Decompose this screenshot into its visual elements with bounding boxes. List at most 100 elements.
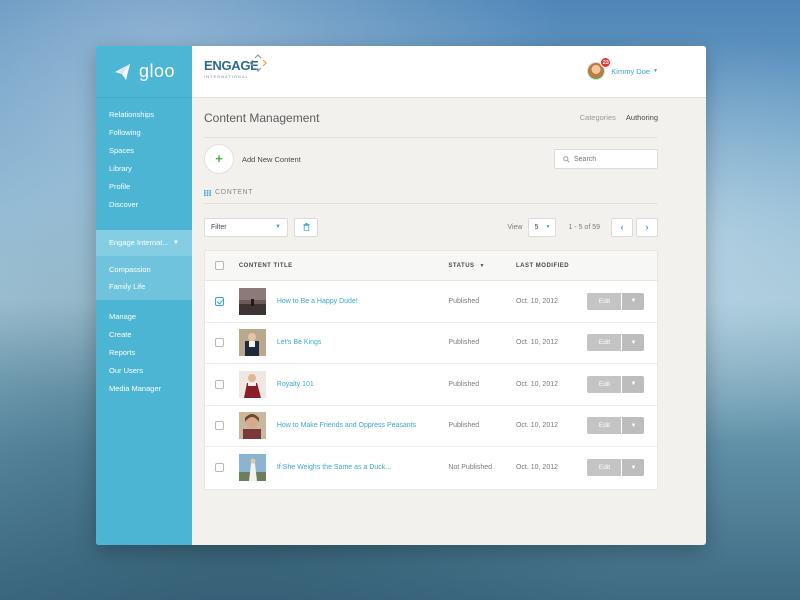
- tab-authoring[interactable]: Authoring: [626, 113, 658, 122]
- filter-label: Filter: [211, 223, 227, 231]
- select-all-checkbox[interactable]: [215, 261, 224, 270]
- nav-group-admin: Manage Create Reports Our Users Media Ma…: [96, 300, 192, 406]
- search-box[interactable]: [554, 149, 658, 169]
- gloo-logo-icon: [115, 63, 130, 80]
- sidebar: gloo Relationships Following Spaces Libr…: [96, 46, 192, 545]
- sort-caret-icon: ▼: [479, 262, 485, 269]
- org-logo: ENGAGE INTERNATIONAL: [204, 54, 267, 79]
- topbar: ENGAGE INTERNATIONAL 23 Kimmy Doe ▼: [192, 46, 706, 98]
- sidebar-item-manage[interactable]: Manage: [96, 308, 192, 326]
- status-text: Not Published: [448, 464, 493, 472]
- table-row: How to Be a Happy Dude! Published Oct. 1…: [205, 281, 657, 323]
- edit-menu-button[interactable]: ▼: [622, 417, 645, 435]
- nav-group-main: Relationships Following Spaces Library P…: [96, 98, 192, 222]
- chevron-down-icon: ▼: [545, 224, 551, 230]
- grid-icon: [204, 189, 211, 196]
- sidebar-item-family-life[interactable]: Family Life: [96, 278, 192, 295]
- edit-group: Edit ▼: [587, 334, 657, 352]
- view-label: View: [507, 223, 523, 231]
- notification-badge[interactable]: 23: [600, 57, 612, 68]
- chevron-left-icon: ‹: [620, 221, 624, 232]
- caret-down-icon: ▼: [653, 68, 658, 74]
- edit-group: Edit ▼: [587, 292, 657, 310]
- gloo-logo[interactable]: gloo: [96, 46, 192, 98]
- sidebar-item-library[interactable]: Library: [96, 160, 192, 178]
- org-selector[interactable]: Engage Internat... ▼: [96, 230, 192, 256]
- row-checkbox[interactable]: [215, 296, 224, 306]
- sidebar-item-our-users[interactable]: Our Users: [96, 362, 192, 380]
- content-thumbnail: [238, 412, 266, 440]
- row-checkbox[interactable]: [215, 463, 224, 473]
- edit-button[interactable]: Edit: [587, 459, 622, 477]
- tab-categories[interactable]: Categories: [580, 113, 616, 122]
- chevron-down-icon: ▼: [275, 224, 281, 230]
- action-row: + Add New Content: [204, 138, 658, 180]
- sidebar-item-reports[interactable]: Reports: [96, 344, 192, 362]
- modified-text: Oct. 10, 2012: [515, 464, 558, 472]
- search-input[interactable]: [574, 155, 654, 163]
- header-status[interactable]: STATUS ▼: [448, 263, 516, 269]
- edit-menu-button[interactable]: ▼: [622, 292, 645, 310]
- sidebar-item-discover[interactable]: Discover: [96, 196, 192, 214]
- org-selector-label: Engage Internat...: [109, 238, 169, 247]
- modified-text: Oct. 10, 2012: [515, 422, 558, 430]
- edit-button[interactable]: Edit: [587, 417, 622, 435]
- edit-menu-button[interactable]: ▼: [622, 459, 645, 477]
- modified-text: Oct. 10, 2012: [515, 339, 558, 347]
- edit-menu-button[interactable]: ▼: [622, 375, 645, 393]
- add-content: + Add New Content: [204, 144, 301, 174]
- table-row: How to Make Friends and Oppress Peasants…: [205, 406, 657, 447]
- filter-select[interactable]: Filter ▼: [204, 217, 288, 237]
- sidebar-item-spaces[interactable]: Spaces: [96, 142, 192, 160]
- chevron-down-icon: ▼: [630, 339, 637, 346]
- sidebar-item-media-manager[interactable]: Media Manager: [96, 380, 192, 398]
- row-checkbox[interactable]: [215, 338, 224, 348]
- edit-button[interactable]: Edit: [587, 292, 622, 310]
- header-modified[interactable]: LAST MODIFIED: [516, 263, 588, 269]
- sidebar-item-create[interactable]: Create: [96, 326, 192, 344]
- content-title-link[interactable]: Royalty 101: [277, 381, 314, 388]
- org-logo-arrows-icon: [249, 54, 267, 72]
- sidebar-item-relationships[interactable]: Relationships: [96, 106, 192, 124]
- caret-down-icon: ▼: [173, 240, 179, 246]
- section-label: CONTENT: [204, 182, 658, 204]
- sidebar-item-compassion[interactable]: Compassion: [96, 261, 192, 278]
- header-status-label: STATUS: [448, 262, 475, 269]
- sidebar-item-profile[interactable]: Profile: [96, 178, 192, 196]
- delete-button[interactable]: [294, 217, 318, 237]
- page-size-select[interactable]: 5 ▼: [528, 217, 557, 237]
- search-icon: [563, 155, 570, 163]
- content-title-link[interactable]: If She Weighs the Same as a Duck...: [277, 464, 391, 471]
- row-checkbox[interactable]: [215, 379, 224, 389]
- chevron-down-icon: ▼: [630, 381, 637, 388]
- header-title[interactable]: CONTENT TITLE: [239, 263, 449, 269]
- row-checkbox[interactable]: [215, 421, 224, 431]
- main-area: ENGAGE INTERNATIONAL 23 Kimmy Doe ▼ Cont…: [192, 46, 706, 545]
- page-size-value: 5: [534, 223, 539, 231]
- status-text: Published: [448, 297, 480, 305]
- prev-page-button[interactable]: ‹: [611, 217, 633, 237]
- content-title-link[interactable]: How to Make Friends and Oppress Peasants: [277, 422, 416, 429]
- add-content-button[interactable]: +: [204, 144, 234, 174]
- left-controls: Filter ▼: [204, 217, 318, 237]
- controls-row: Filter ▼ View 5 ▼ 1 - 5 of 59 ‹ ›: [204, 204, 658, 250]
- add-content-label[interactable]: Add New Content: [242, 155, 301, 164]
- content-table: CONTENT TITLE STATUS ▼ LAST MODIFIED How…: [204, 250, 658, 490]
- modified-text: Oct. 10, 2012: [515, 297, 558, 305]
- chevron-right-icon: ›: [645, 221, 649, 232]
- status-text: Published: [448, 339, 480, 347]
- app-window: gloo Relationships Following Spaces Libr…: [96, 46, 706, 545]
- edit-button[interactable]: Edit: [587, 375, 622, 393]
- chevron-down-icon: ▼: [630, 422, 637, 429]
- user-menu[interactable]: 23 Kimmy Doe ▼: [587, 57, 658, 80]
- content-area: Content Management Categories Authoring …: [192, 98, 706, 490]
- content-title-link[interactable]: How to Be a Happy Dude!: [277, 298, 358, 305]
- chevron-down-icon: ▼: [630, 464, 637, 471]
- content-thumbnail: [238, 454, 266, 482]
- sidebar-item-following[interactable]: Following: [96, 124, 192, 142]
- content-title-link[interactable]: Let's Be Kings: [277, 339, 322, 346]
- page-header: Content Management Categories Authoring: [204, 98, 658, 138]
- edit-menu-button[interactable]: ▼: [622, 334, 645, 352]
- next-page-button[interactable]: ›: [636, 217, 658, 237]
- edit-button[interactable]: Edit: [587, 334, 622, 352]
